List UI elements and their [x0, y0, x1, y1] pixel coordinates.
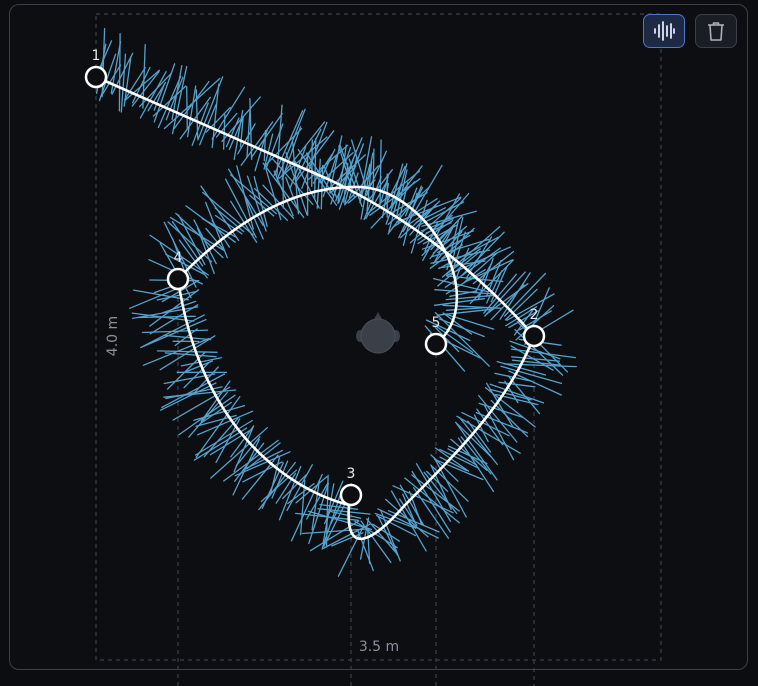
ray [299, 479, 306, 536]
ray [118, 33, 121, 112]
ray [354, 520, 398, 549]
ray [173, 80, 210, 130]
control-point-label: 2 [530, 307, 539, 323]
ray [433, 298, 485, 306]
ray [124, 69, 161, 101]
ray [317, 508, 371, 515]
ray [166, 351, 207, 390]
control-point-label: 1 [92, 48, 101, 64]
ray [320, 164, 324, 210]
ray [316, 158, 321, 209]
ray [478, 402, 524, 418]
control-point-label: 3 [347, 466, 356, 482]
room-canvas[interactable]: 4.0 m 3.5 m 1 2 3 4 5 [0, 0, 758, 686]
ray [251, 112, 283, 158]
ray [195, 396, 241, 458]
ray [186, 86, 188, 131]
listener-head-icon[interactable] [356, 312, 400, 354]
control-point-3[interactable]: 3 [339, 466, 363, 507]
ray [263, 130, 267, 162]
ray [260, 469, 298, 503]
ray [138, 315, 196, 319]
ray [156, 350, 218, 353]
waveform-button[interactable] [643, 14, 685, 48]
room-depth-label: 4.0 m [105, 316, 121, 356]
ray [402, 164, 443, 233]
ray [499, 272, 531, 320]
trajectory-editor: 4.0 m 3.5 m 1 2 3 4 5 [0, 0, 758, 686]
control-point-label: 5 [432, 315, 441, 331]
room-width-label: 3.5 m [359, 639, 399, 655]
ray [162, 300, 197, 314]
delete-button[interactable] [695, 14, 737, 48]
ray [490, 266, 508, 303]
waveform-icon [654, 21, 675, 41]
ray [379, 139, 382, 206]
trash-icon [708, 22, 724, 41]
ray [308, 482, 330, 545]
ray [186, 85, 197, 138]
ray [410, 199, 428, 254]
ray [311, 139, 313, 188]
control-point-label: 4 [174, 250, 183, 266]
